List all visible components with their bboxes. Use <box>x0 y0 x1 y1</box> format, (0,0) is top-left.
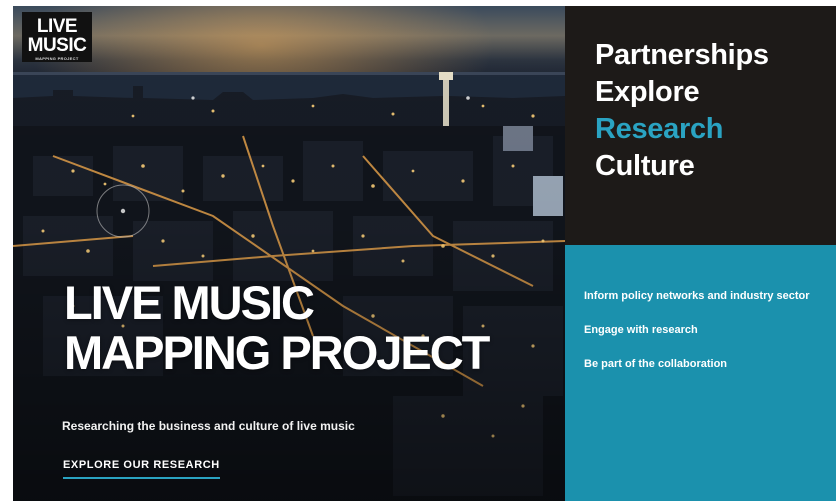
hero-image-area: LIVE MUSIC MAPPING PROJECT LIVE MUSIC MA… <box>13 6 565 501</box>
hero-title: LIVE MUSIC MAPPING PROJECT <box>64 276 490 379</box>
feature-words-list: Partnerships Explore Research Culture <box>595 37 769 185</box>
link-inform-policy[interactable]: Inform policy networks and industry sect… <box>584 288 824 304</box>
hero-subtitle: Researching the business and culture of … <box>62 419 355 433</box>
site-logo[interactable]: LIVE MUSIC MAPPING PROJECT <box>22 12 92 62</box>
feature-word-partnerships[interactable]: Partnerships <box>595 37 769 74</box>
feature-word-culture[interactable]: Culture <box>595 148 769 185</box>
feature-words-panel: Partnerships Explore Research Culture <box>565 6 836 245</box>
logo-line-sub: MAPPING PROJECT <box>35 56 79 61</box>
link-collaboration[interactable]: Be part of the collaboration <box>584 356 824 372</box>
quick-links-list: Inform policy networks and industry sect… <box>584 288 824 390</box>
explore-research-link[interactable]: EXPLORE OUR RESEARCH <box>63 459 220 479</box>
hero-banner: LIVE MUSIC MAPPING PROJECT LIVE MUSIC MA… <box>13 6 836 501</box>
quick-links-panel: Inform policy networks and industry sect… <box>565 245 836 501</box>
hero-title-line-2: MAPPING PROJECT <box>64 326 490 379</box>
feature-word-research[interactable]: Research <box>595 111 769 148</box>
feature-word-explore[interactable]: Explore <box>595 74 769 111</box>
logo-line-live: LIVE <box>36 16 78 37</box>
link-engage-research[interactable]: Engage with research <box>584 322 824 338</box>
logo-line-music: MUSIC <box>27 35 87 56</box>
hero-title-line-1: LIVE MUSIC <box>64 276 315 329</box>
